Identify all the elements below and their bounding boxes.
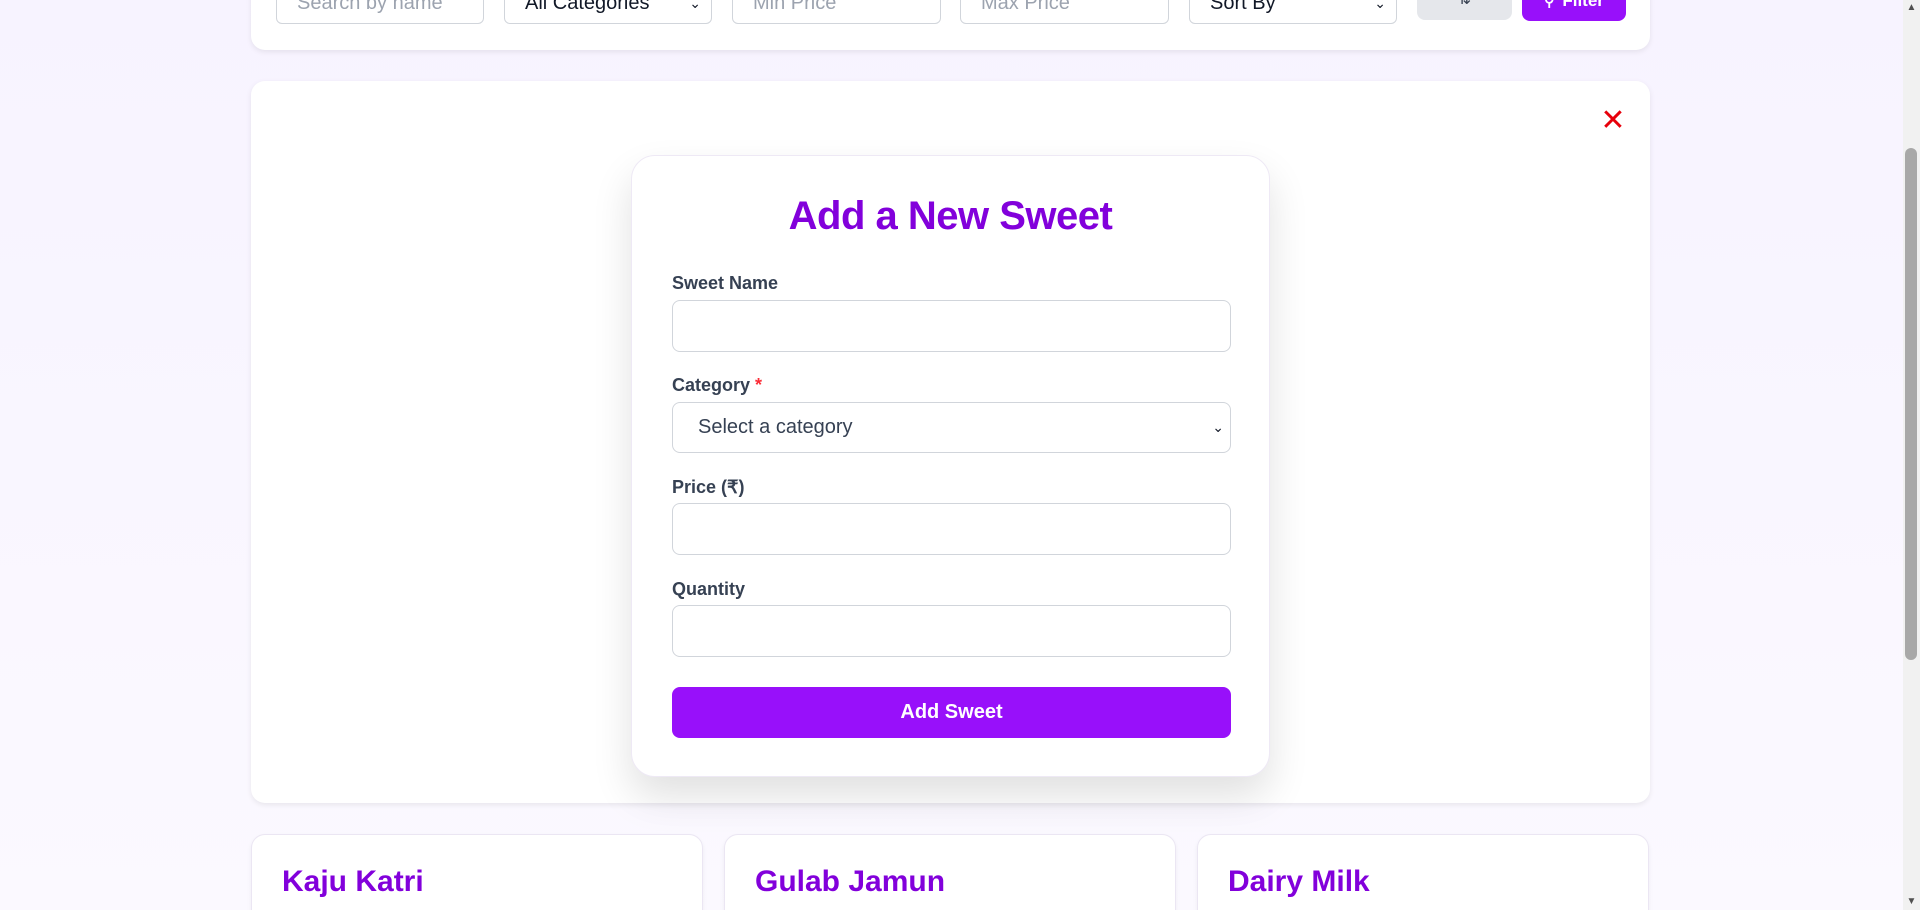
- search-input-placeholder: Search by name: [297, 0, 443, 14]
- form-title: Add a New Sweet: [788, 194, 1113, 238]
- scroll-down-icon[interactable]: ▼: [1903, 894, 1920, 910]
- filter-button-label: Filter: [1562, 0, 1604, 10]
- product-card[interactable]: Kaju Katri: [251, 834, 703, 910]
- scrollbar[interactable]: ▲ ▼: [1903, 0, 1920, 910]
- add-sweet-button[interactable]: Add Sweet: [672, 687, 1231, 738]
- chevron-down-icon: ⌄: [1212, 419, 1224, 435]
- sweet-name-label: Sweet Name: [672, 273, 779, 293]
- price-label: Price (₹): [672, 477, 745, 497]
- product-name: Gulab Jamun: [755, 865, 946, 898]
- scroll-thumb[interactable]: [1905, 148, 1917, 660]
- sort-order-icon: ⇅: [1458, 0, 1471, 8]
- product-card[interactable]: Gulab Jamun: [724, 834, 1176, 910]
- sort-by-select[interactable]: Sort By ⌄: [1189, 0, 1397, 24]
- page: Search by name All Categories ⌄ Min Pric…: [0, 0, 1920, 910]
- category-label: Category *: [672, 375, 762, 396]
- sort-by-value: Sort By: [1210, 0, 1276, 14]
- filter-bar: Search by name All Categories ⌄ Min Pric…: [251, 0, 1650, 50]
- quantity-input[interactable]: [672, 605, 1231, 657]
- category-label-text: Category: [672, 375, 751, 395]
- add-sweet-form: Add a New Sweet Sweet Name Category * Se…: [631, 155, 1270, 777]
- required-marker: *: [755, 375, 763, 395]
- search-icon: ⚲: [1544, 0, 1555, 9]
- product-card[interactable]: Dairy Milk: [1197, 834, 1649, 910]
- category-filter-value: All Categories: [525, 0, 650, 14]
- category-select-placeholder: Select a category: [698, 416, 853, 438]
- category-filter-select[interactable]: All Categories ⌄: [504, 0, 712, 24]
- product-name: Kaju Katri: [282, 865, 424, 898]
- sort-order-button[interactable]: ⇅: [1417, 0, 1512, 20]
- close-icon[interactable]: ✕: [1600, 106, 1626, 136]
- price-input[interactable]: [672, 503, 1231, 555]
- filter-button[interactable]: ⚲ Filter: [1522, 0, 1626, 21]
- min-price-input[interactable]: Min Price: [732, 0, 941, 24]
- product-name: Dairy Milk: [1228, 865, 1370, 898]
- chevron-down-icon: ⌄: [689, 0, 701, 11]
- category-select[interactable]: Select a category ⌄: [672, 402, 1231, 453]
- sweet-name-input[interactable]: [672, 300, 1231, 352]
- quantity-label: Quantity: [672, 579, 746, 599]
- scroll-up-icon[interactable]: ▲: [1903, 0, 1920, 16]
- min-price-placeholder: Min Price: [753, 0, 837, 14]
- max-price-placeholder: Max Price: [981, 0, 1070, 14]
- max-price-input[interactable]: Max Price: [960, 0, 1169, 24]
- search-input[interactable]: Search by name: [276, 0, 484, 24]
- chevron-down-icon: ⌄: [1374, 0, 1386, 11]
